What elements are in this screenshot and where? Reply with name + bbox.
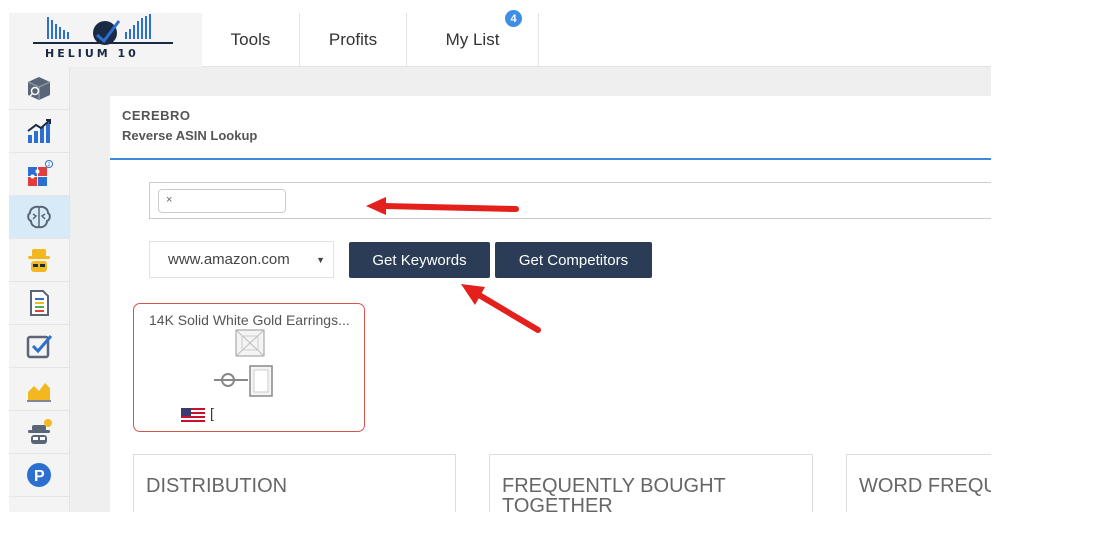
sidebar-item-scribbles[interactable] [9, 282, 69, 325]
sidebar-item-keyword-tracker[interactable] [9, 368, 69, 411]
us-flag-icon [181, 408, 205, 422]
get-keywords-button[interactable]: Get Keywords [349, 242, 490, 278]
panel-title: CEREBRO [122, 108, 191, 123]
get-competitors-button[interactable]: Get Competitors [495, 242, 652, 278]
my-list-count-badge: 4 [505, 10, 522, 27]
product-card[interactable]: 14K Solid White Gold Earrings... [ [133, 303, 365, 432]
logo-text: HELIUM 10 [45, 47, 139, 60]
sidebar-item-trendster[interactable] [9, 110, 69, 153]
top-bar: HELIUM 10 Tools Profits My List 4 [9, 10, 991, 67]
frequently-bought-together-title: FREQUENTLY BOUGHT TOGETHER [502, 475, 726, 512]
nav-tools[interactable]: Tools [202, 13, 300, 67]
chip-remove-icon[interactable]: × [166, 194, 172, 206]
nav-tools-label: Tools [230, 30, 271, 49]
get-keywords-label: Get Keywords [372, 251, 467, 269]
svg-text:2: 2 [47, 162, 50, 168]
sidebar-item-black-box[interactable] [9, 67, 69, 110]
nav-profits-label: Profits [328, 30, 378, 49]
marketplace-selected: www.amazon.com [168, 251, 290, 268]
svg-text:P: P [34, 468, 45, 485]
sidebar-item-profits[interactable]: P [9, 454, 69, 497]
sidebar-item-alerts[interactable] [9, 411, 69, 454]
product-box-search-icon [27, 77, 51, 100]
word-frequency-section: WORD FREQUENCY [846, 454, 991, 512]
puzzle-pieces-icon: 2 [28, 160, 53, 186]
product-asin: [ [210, 405, 214, 421]
get-competitors-label: Get Competitors [518, 251, 629, 269]
alert-spy-icon [28, 419, 52, 444]
parking-icon: P [27, 463, 51, 487]
marketplace-select[interactable]: www.amazon.com ▼ [149, 241, 334, 278]
growth-chart-icon [27, 119, 51, 143]
asin-chip: × [158, 189, 286, 213]
sidebar-item-magnet[interactable]: 2 [9, 153, 69, 196]
tools-sidebar: 2 P [9, 67, 70, 512]
asin-input[interactable]: × [149, 182, 991, 219]
nav-profits[interactable]: Profits [300, 13, 407, 67]
earrings-image [214, 329, 273, 397]
app-window: HELIUM 10 Tools Profits My List 4 2 P CE… [0, 0, 1111, 534]
word-frequency-title: WORD FREQUENCY [859, 475, 991, 497]
nav-my-list[interactable]: My List 4 [407, 10, 539, 67]
checkbox-icon [26, 335, 53, 359]
spy-hat-icon [28, 249, 50, 272]
frequently-bought-together-section: FREQUENTLY BOUGHT TOGETHER [489, 454, 813, 512]
caret-down-icon: ▼ [316, 255, 325, 265]
cerebro-panel-header: CEREBRO Reverse ASIN Lookup [110, 96, 991, 160]
top-nav: Tools Profits My List 4 [202, 10, 539, 67]
panel-subtitle: Reverse ASIN Lookup [122, 128, 258, 143]
distribution-title: DISTRIBUTION [146, 475, 288, 497]
nav-my-list-label: My List [445, 30, 500, 49]
listing-document-icon [30, 290, 49, 316]
sidebar-item-index-checker[interactable] [9, 325, 69, 368]
area-chart-icon [27, 383, 51, 402]
sidebar-item-cerebro[interactable] [9, 196, 69, 239]
sidebar-item-xray[interactable] [9, 239, 69, 282]
helium10-logo[interactable]: HELIUM 10 [9, 13, 202, 67]
distribution-section: DISTRIBUTION [133, 454, 456, 512]
brain-icon [27, 205, 51, 229]
